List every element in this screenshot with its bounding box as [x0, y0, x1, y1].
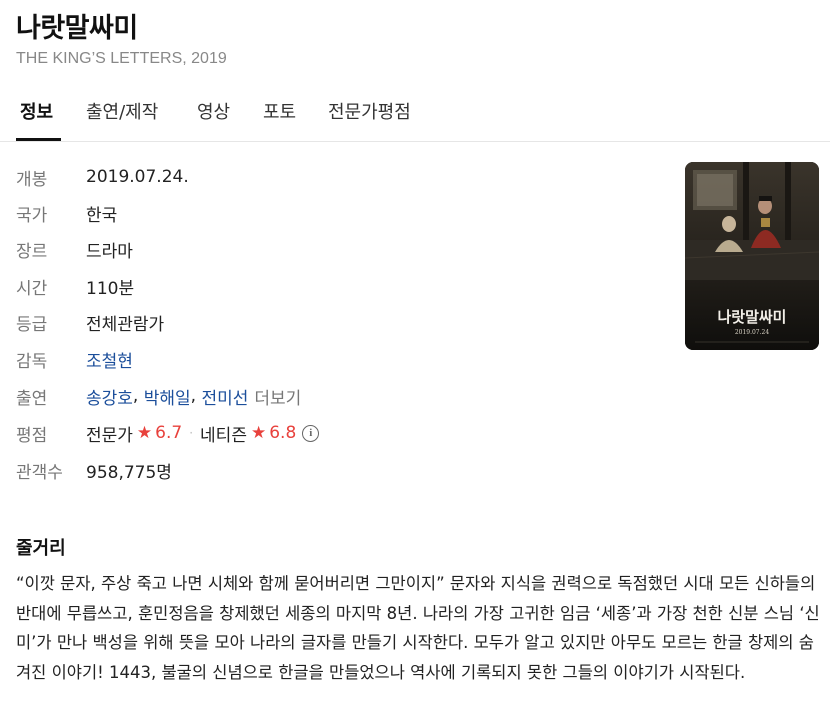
cast-link-2[interactable]: 박해일 [144, 384, 191, 409]
cast-separator: , [132, 386, 139, 406]
rating-label: 등급 [16, 314, 48, 335]
cast-link-3[interactable]: 전미선 [201, 384, 248, 409]
country-value: 한국 [86, 205, 118, 226]
critic-label: 전문가 [86, 425, 133, 446]
audience-value: 958,775명 [86, 462, 172, 483]
director-link[interactable]: 조철현 [86, 347, 133, 372]
tab-bar: 정보 출연/제작 영상 포토 전문가평점 [0, 90, 830, 142]
score-value: 전문가 ★ 6.7 · 네티즌 ★ 6.8 i [86, 421, 320, 446]
info-icon[interactable]: i [302, 424, 320, 442]
cast-more-link[interactable]: 더보기 [254, 384, 301, 409]
director-label: 감독 [16, 351, 48, 372]
tab-video[interactable]: 영상 [197, 98, 230, 124]
synopsis-text: “이깟 문자, 주상 죽고 나면 시체와 함께 묻어버리면 그만이지” 문자와 … [16, 574, 820, 682]
star-icon: ★ [136, 423, 153, 443]
genre-value: 드라마 [86, 241, 133, 262]
active-tab-indicator [16, 138, 61, 141]
movie-title: 나랏말싸미 [16, 13, 138, 44]
release-value: 2019.07.24. [86, 167, 189, 187]
poster-date: 2019.07.24 [735, 329, 770, 336]
cast-link-1[interactable]: 송강호 [86, 384, 133, 409]
audience-label: 관객수 [16, 462, 63, 483]
netizen-score: 6.8 [269, 423, 297, 443]
movie-poster[interactable]: 나랏말싸미 2019.07.24 [685, 162, 819, 350]
tab-critic-review[interactable]: 전문가평점 [328, 98, 411, 124]
cast-separator: , [190, 386, 197, 406]
synopsis-title: 줄거리 [16, 538, 66, 559]
critic-score: 6.7 [155, 423, 183, 443]
star-icon: ★ [250, 423, 267, 443]
country-label: 국가 [16, 205, 48, 226]
cast-value: 송강호, 박해일, 전미선 더보기 [86, 384, 301, 409]
rating-value: 전체관람가 [86, 314, 165, 335]
release-label: 개봉 [16, 169, 48, 190]
poster-image: 나랏말싸미 2019.07.24 [685, 162, 819, 350]
tab-photo[interactable]: 포토 [263, 98, 296, 124]
tab-info[interactable]: 정보 [20, 98, 53, 124]
genre-label: 장르 [16, 241, 48, 262]
poster-title: 나랏말싸미 [717, 308, 786, 326]
tab-cast-crew[interactable]: 출연/제작 [86, 98, 158, 124]
cast-label: 출연 [16, 388, 48, 409]
netizen-label: 네티즌 [200, 425, 247, 446]
runtime-label: 시간 [16, 278, 48, 299]
score-label: 평점 [16, 425, 48, 446]
runtime-value: 110분 [86, 278, 135, 299]
separator-dot: · [189, 426, 194, 440]
movie-subtitle: THE KING’S LETTERS, 2019 [16, 50, 227, 67]
